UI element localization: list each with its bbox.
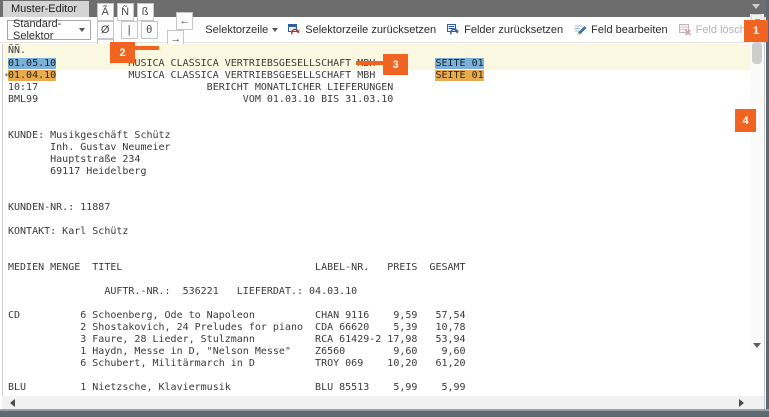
action-label: Selektorzeile zurücksetzen	[305, 24, 436, 36]
action-button-group: Selektorzeile zurücksetzen Felder zurücks…	[288, 23, 769, 36]
callout-4-badge: 4	[735, 109, 756, 132]
text-segment: KUNDE: Musikgeschäft Schütz	[8, 130, 171, 141]
selector-dropdown[interactable]: Standard-Selektor	[7, 20, 91, 40]
document-line	[3, 106, 751, 118]
action-button-1[interactable]: Felder zurücksetzen	[447, 23, 563, 36]
document-line	[3, 238, 751, 250]
char-button-3[interactable]: Ø	[97, 21, 114, 39]
selector-dropdown-value: Standard-Selektor	[13, 18, 79, 42]
action-label: Feld bearbeiten	[591, 24, 667, 36]
document-line: Hauptstraße 234	[3, 154, 751, 166]
window-border-right-inner	[764, 17, 765, 409]
callout-3-connector	[356, 61, 384, 65]
text-segment: MEDIEN MENGE TITEL LABEL-NR. PREIS GESAM…	[8, 262, 466, 273]
document-line: AUFTR.-NR.: 536221 LIEFERDAT.: 04.03.10	[3, 286, 751, 298]
callout-2-badge: 2	[110, 42, 135, 63]
text-segment: MUSICA CLASSICA VERTRIEBSGESELLSCHAFT MB…	[56, 70, 435, 81]
document-line: 10:17 BERICHT MONATLICHER LIEFERUNGEN	[3, 82, 751, 94]
action-label: Felder zurücksetzen	[464, 24, 563, 36]
text-segment: 2 Shostakovich, 24 Preludes for piano CD…	[8, 322, 466, 333]
callout-1-badge: 1	[744, 20, 768, 42]
action-button-2[interactable]: Feld bearbeiten	[574, 23, 667, 36]
highlighted-field: 01.04.10	[8, 70, 56, 81]
toolbar: Standard-Selektor ÃÑßØ|θ¬ ←→ Selektorzei…	[0, 17, 769, 43]
document-line: CD 6 Schoenberg, Ode to Napoleon CHAN 91…	[3, 310, 751, 322]
char-button-0[interactable]: Ã	[97, 3, 114, 21]
text-segment: ÑÑ.	[8, 45, 26, 56]
char-button-4[interactable]: |	[121, 21, 138, 39]
document-line: KUNDE: Musikgeschäft Schütz	[3, 130, 751, 142]
window-border-bottom	[0, 411, 769, 417]
document-line: Inh. Gustav Neumeier	[3, 142, 751, 154]
nav-button-group: ←→	[167, 12, 196, 48]
document-line	[3, 298, 751, 310]
muster-editor-window: Muster-Editor Standard-Selektor ÃÑßØ|θ¬ …	[0, 0, 769, 417]
scroll-right-icon[interactable]	[739, 399, 744, 407]
document-line	[3, 250, 751, 262]
document-line	[3, 274, 751, 286]
tab-muster-editor[interactable]: Muster-Editor	[3, 1, 89, 17]
delete-field-icon	[679, 23, 692, 36]
highlighted-field: SEITE 01	[435, 70, 483, 81]
chevron-down-icon	[272, 28, 278, 32]
document-line: 1 Haydn, Messe in D, "Nelson Messe" Z656…	[3, 346, 751, 358]
document-line: MEDIEN MENGE TITEL LABEL-NR. PREIS GESAM…	[3, 262, 751, 274]
text-segment: 69117 Heidelberg	[8, 166, 146, 177]
text-segment: Hauptstraße 234	[8, 154, 140, 165]
text-segment: Inh. Gustav Neumeier	[8, 142, 171, 153]
document-line: 69117 Heidelberg	[3, 166, 751, 178]
callout-2-connector	[134, 46, 159, 50]
document-line	[3, 214, 751, 226]
nav-left-button[interactable]: ←	[176, 12, 193, 30]
document-line: 3 Faure, 28 Lieder, Stulzmann RCA 61429-…	[3, 334, 751, 346]
document-line: 6 Schubert, Militärmarch in D TROY 069 1…	[3, 358, 751, 370]
text-segment: KONTAKT: Karl Schütz	[8, 226, 128, 237]
vertical-scrollbar[interactable]	[750, 14, 764, 352]
document-line	[3, 178, 751, 190]
document-line: 2 Shostakovich, 24 Preludes for piano CD…	[3, 322, 751, 334]
highlighted-field: SEITE 01	[435, 58, 483, 69]
document-line	[3, 118, 751, 130]
document-line: *01.04.10 MUSICA CLASSICA VERTRIEBSGESEL…	[3, 70, 751, 82]
text-segment: CD 6 Schoenberg, Ode to Napoleon CHAN 91…	[8, 310, 466, 321]
text-segment: 6 Schubert, Militärmarch in D TROY 069 1…	[8, 358, 466, 369]
text-segment: KUNDEN-NR.: 11887	[8, 202, 110, 213]
horizontal-scrollbar[interactable]	[2, 396, 752, 409]
chevron-down-icon	[79, 28, 85, 32]
text-segment: BML99 VOM 01.03.10 BIS 31.03.10	[8, 94, 393, 105]
editor-area[interactable]: ÑÑ. 01.05.10 MUSICA CLASSICA VERTRIEBSGES…	[2, 44, 766, 396]
highlighted-field: 01.05.10	[8, 58, 56, 69]
document-line: KUNDEN-NR.: 11887	[3, 202, 751, 214]
reset-selector-row-icon	[288, 23, 301, 36]
selektorzeile-menu-label: Selektorzeile	[205, 24, 268, 36]
char-button-2[interactable]: ß	[137, 3, 154, 21]
action-button-0[interactable]: Selektorzeile zurücksetzen	[288, 23, 436, 36]
char-button-1[interactable]: Ñ	[117, 3, 134, 21]
scroll-left-icon[interactable]	[10, 399, 15, 407]
text-segment: 3 Faure, 28 Lieder, Stulzmann RCA 61429-…	[8, 334, 466, 345]
edit-field-icon	[574, 23, 587, 36]
text-segment: BLU 1 Nietzsche, Klaviermusik BLU 85513 …	[8, 382, 466, 393]
tabbar-chevron-down-icon[interactable]	[752, 4, 760, 9]
document-line: BML99 VOM 01.03.10 BIS 31.03.10	[3, 94, 751, 106]
selektorzeile-menu-button[interactable]: Selektorzeile	[205, 24, 278, 36]
vertical-scrollbar-thumb[interactable]	[752, 42, 762, 64]
reset-fields-icon	[447, 23, 460, 36]
char-button-5[interactable]: θ	[141, 21, 158, 39]
callout-3-badge: 3	[383, 54, 408, 75]
text-segment: 10:17 BERICHT MONATLICHER LIEFERUNGEN	[8, 82, 393, 93]
document-line: BLU 1 Nietzsche, Klaviermusik BLU 85513 …	[3, 382, 751, 394]
document-line: KONTAKT: Karl Schütz	[3, 226, 751, 238]
document-line	[3, 190, 751, 202]
text-segment: AUFTR.-NR.: 536221 LIEFERDAT.: 04.03.10	[8, 286, 357, 297]
document-line	[3, 370, 751, 382]
text-segment: 1 Haydn, Messe in D, "Nelson Messe" Z656…	[8, 346, 466, 357]
scroll-down-icon[interactable]	[753, 343, 761, 348]
document-view: ÑÑ. 01.05.10 MUSICA CLASSICA VERTRIEBSGES…	[3, 44, 766, 394]
